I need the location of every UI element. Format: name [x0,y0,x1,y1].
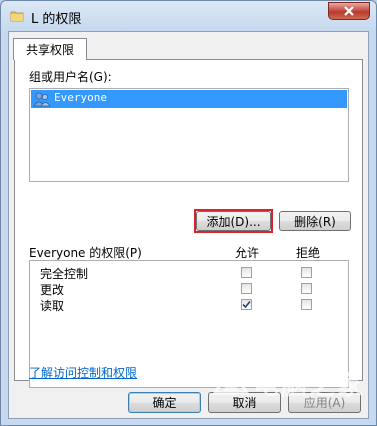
permissions-dialog: L 的权限 共享权限 组或用户名(G): Everyone 添加(D)... 删… [0,0,377,426]
tab-panel: 组或用户名(G): Everyone 添加(D)... 删除(R) Everyo… [14,59,363,388]
ok-button[interactable]: 确定 [128,392,201,413]
deny-checkbox[interactable] [301,299,312,310]
folder-icon [10,11,24,22]
tab-share-permissions[interactable]: 共享权限 [13,38,87,60]
remove-button[interactable]: 删除(R) [279,211,351,231]
window-title: L 的权限 [31,12,82,27]
watermark-text: 电脑之家 [253,371,366,401]
permission-row-read: 读取 [30,297,348,313]
allow-checkbox[interactable] [241,267,252,278]
user-name: Everyone [54,91,107,104]
deny-checkbox[interactable] [301,267,312,278]
watermark: 电脑之家 [213,345,373,425]
list-item-everyone[interactable]: Everyone [31,90,347,108]
permissions-title: Everyone 的权限(P) [29,246,142,260]
permission-row-full-control: 完全控制 [30,265,348,281]
allow-header: 允许 [235,246,260,260]
learn-access-control-link[interactable]: 了解访问控制和权限 [29,364,137,381]
users-group-icon [33,92,51,107]
allow-checkbox[interactable] [241,283,252,294]
allow-checkbox[interactable] [241,299,252,310]
permission-row-change: 更改 [30,281,348,297]
title-bar[interactable]: L 的权限 [1,1,376,31]
permission-name: 完全控制 [40,267,89,281]
watermark-logo-icon [213,365,249,395]
deny-header: 拒绝 [296,246,321,260]
user-list[interactable]: Everyone [29,88,349,182]
permission-name: 读取 [40,299,65,313]
add-button[interactable]: 添加(D)... [196,211,271,231]
checkmark-icon [242,301,251,309]
close-button[interactable] [328,2,370,20]
group-users-label: 组或用户名(G): [29,70,112,84]
close-icon [344,6,354,16]
deny-checkbox[interactable] [301,283,312,294]
permission-name: 更改 [40,283,65,297]
